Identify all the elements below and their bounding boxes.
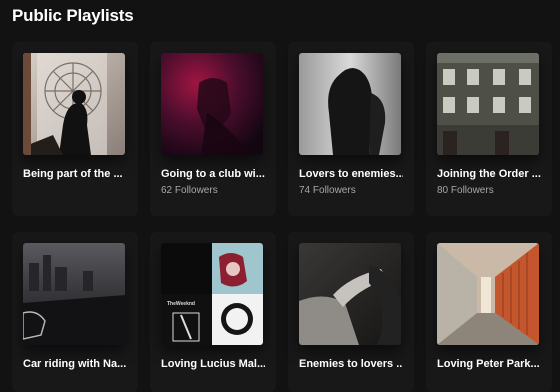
playlist-cover xyxy=(299,243,401,345)
playlist-cover xyxy=(23,53,125,155)
playlist-followers: 80 Followers xyxy=(437,185,494,196)
playlist-title[interactable]: Lovers to enemies... xyxy=(299,168,403,180)
playlist-title[interactable]: Being part of the ... xyxy=(23,168,127,180)
playlist-cover xyxy=(437,53,539,155)
playlist-followers: 62 Followers xyxy=(161,185,218,196)
playlist-card[interactable]: Joining the Order ... 80 Followers xyxy=(426,42,552,216)
playlist-card[interactable]: Being part of the ... xyxy=(12,42,138,216)
playlist-followers: 74 Followers xyxy=(299,185,356,196)
playlist-title[interactable]: Joining the Order ... xyxy=(437,168,541,180)
playlist-card[interactable]: Lovers to enemies... 74 Followers xyxy=(288,42,414,216)
section-title: Public Playlists xyxy=(12,6,134,25)
playlist-card[interactable]: TheWeeknd Loving Lucius Mal... xyxy=(150,232,276,392)
playlist-title[interactable]: Loving Peter Park... xyxy=(437,358,541,370)
playlist-cover xyxy=(161,53,263,155)
playlist-title[interactable]: Loving Lucius Mal... xyxy=(161,358,265,370)
playlist-card[interactable]: Car riding with Na... xyxy=(12,232,138,392)
playlist-title[interactable]: Car riding with Na... xyxy=(23,358,127,370)
playlist-cover xyxy=(23,243,125,345)
playlist-cover xyxy=(437,243,539,345)
playlist-cover-collage: TheWeeknd xyxy=(161,243,263,345)
playlist-title[interactable]: Going to a club wi... xyxy=(161,168,265,180)
playlist-card[interactable]: Loving Peter Park... xyxy=(426,232,552,392)
playlist-card[interactable]: Enemies to lovers ... xyxy=(288,232,414,392)
collage-album-label: TheWeeknd xyxy=(167,301,195,307)
playlist-title[interactable]: Enemies to lovers ... xyxy=(299,358,403,370)
playlist-card[interactable]: Going to a club wi... 62 Followers xyxy=(150,42,276,216)
playlist-cover xyxy=(299,53,401,155)
